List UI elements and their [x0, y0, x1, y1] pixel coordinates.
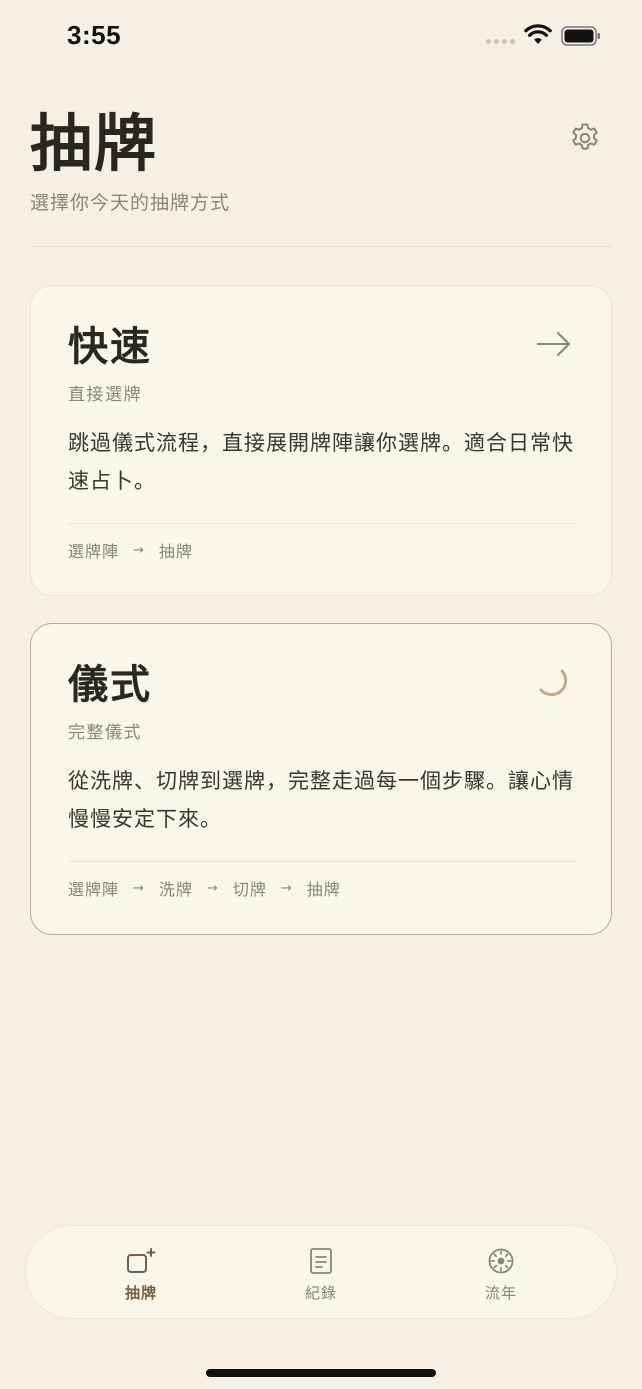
ritual-mode-card[interactable]: 儀式 完整儀式 從洗牌、切牌到選牌，完整走過每一個步驟。讓心情慢慢安定下來。 選… [30, 623, 612, 935]
tab-year[interactable]: 流年 [426, 1226, 576, 1320]
arrow-right-icon [537, 332, 570, 356]
add-card-icon [127, 1248, 156, 1273]
card-title: 儀式 [68, 662, 152, 708]
step-arrow-icon: → [280, 880, 293, 896]
card-divider [68, 523, 576, 524]
step-flow: 選牌陣 → 抽牌 [68, 538, 193, 562]
settings-button[interactable] [568, 121, 602, 155]
card-description: 跳過儀式流程，直接展開牌陣讓你選牌。適合日常快速占卜。 [68, 431, 574, 493]
tab-label: 流年 [484, 1284, 517, 1302]
step-label: 選牌陣 [68, 880, 120, 899]
step-label: 切牌 [232, 880, 267, 899]
card-subtitle: 直接選牌 [68, 385, 142, 405]
document-icon [310, 1248, 332, 1274]
compass-icon [488, 1248, 514, 1274]
home-indicator[interactable] [206, 1369, 436, 1377]
step-label: 洗牌 [158, 880, 193, 899]
tab-bar: 抽牌 紀錄 流年 [25, 1225, 617, 1319]
step-arrow-icon: → [206, 880, 219, 896]
loading-spinner-icon [539, 669, 568, 697]
step-flow: 選牌陣 → 洗牌 → 切牌 → 抽牌 [68, 876, 341, 900]
tab-label: 抽牌 [124, 1284, 157, 1302]
step-label: 抽牌 [158, 542, 193, 561]
header: 抽牌 選擇你今天的抽牌方式 [30, 108, 612, 248]
card-title: 快速 [68, 324, 152, 370]
tab-draw[interactable]: 抽牌 [66, 1226, 216, 1320]
battery-icon [561, 26, 600, 46]
signal-dots-icon [486, 39, 515, 44]
quick-mode-card[interactable]: 快速 直接選牌 跳過儀式流程，直接展開牌陣讓你選牌。適合日常快速占卜。 選牌陣 … [30, 285, 612, 596]
step-arrow-icon: → [133, 880, 145, 896]
card-description: 從洗牌、切牌到選牌，完整走過每一個步驟。讓心情慢慢安定下來。 [68, 769, 574, 831]
step-label: 抽牌 [306, 880, 341, 899]
status-time: 3:55 [67, 20, 122, 50]
header-divider [30, 246, 612, 247]
page-title: 抽牌 [30, 107, 159, 180]
gear-icon [572, 123, 598, 150]
step-label: 選牌陣 [68, 542, 120, 561]
tab-records[interactable]: 紀錄 [246, 1226, 396, 1320]
wifi-icon [524, 24, 552, 44]
card-divider [68, 861, 576, 862]
card-subtitle: 完整儀式 [68, 723, 142, 743]
page-subtitle: 選擇你今天的抽牌方式 [30, 192, 231, 214]
tab-label: 紀錄 [304, 1284, 337, 1302]
status-bar: 3:55 [0, 0, 642, 76]
step-arrow-icon: → [133, 542, 145, 558]
